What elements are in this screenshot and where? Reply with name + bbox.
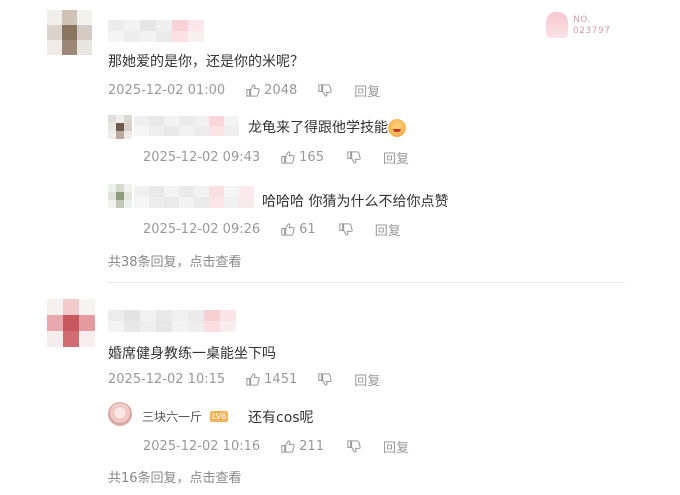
thumbs-up-icon[interactable] bbox=[280, 439, 295, 454]
anime-girl-icon bbox=[546, 12, 568, 38]
reply-username[interactable]: 三块六一斤 bbox=[142, 408, 202, 425]
reply-meta: 2025-12-02 10:16 211 回复 bbox=[143, 437, 409, 456]
reply-time: 2025-12-02 09:26 bbox=[143, 221, 261, 237]
view-replies-link[interactable]: 共38条回复，点击查看 bbox=[108, 251, 242, 270]
like-count: 61 bbox=[299, 221, 316, 237]
reply-text-content: 龙龟来了得跟他学技能 bbox=[248, 120, 388, 136]
divider bbox=[108, 282, 625, 283]
badge-no: NO. bbox=[573, 15, 591, 25]
like-count: 1451 bbox=[264, 371, 298, 387]
comment-text: 那她爱的是你，还是你的米呢？ bbox=[108, 54, 304, 70]
thumbs-down-icon[interactable] bbox=[346, 439, 361, 454]
avatar[interactable] bbox=[47, 299, 95, 347]
fan-card-badge: NO. 023797 bbox=[546, 12, 626, 38]
reply-button[interactable]: 回复 bbox=[354, 81, 380, 100]
like-count: 2048 bbox=[264, 82, 298, 98]
thumbs-up-icon[interactable] bbox=[245, 372, 260, 387]
reply-time: 2025-12-02 10:16 bbox=[143, 438, 261, 454]
reply-button[interactable]: 回复 bbox=[375, 220, 401, 239]
reply-button[interactable]: 回复 bbox=[383, 148, 409, 167]
thumbs-down-icon[interactable] bbox=[317, 372, 332, 387]
kiss-emoji-icon bbox=[388, 119, 406, 137]
comment-time: 2025-12-02 01:00 bbox=[108, 82, 226, 98]
reply-avatar[interactable] bbox=[108, 115, 132, 139]
comment-meta: 2025-12-02 01:00 2048 回复 bbox=[108, 81, 380, 100]
avatar[interactable] bbox=[47, 10, 92, 55]
thumbs-down-icon[interactable] bbox=[338, 222, 353, 237]
reply-username[interactable] bbox=[134, 116, 240, 136]
reply-username[interactable] bbox=[134, 186, 254, 208]
reply-text: 还有cos呢 bbox=[248, 410, 314, 426]
comment-time: 2025-12-02 10:15 bbox=[108, 371, 226, 387]
view-replies-link[interactable]: 共16条回复，点击查看 bbox=[108, 467, 242, 486]
reply-meta: 2025-12-02 09:43 165 回复 bbox=[143, 148, 409, 167]
thumbs-down-icon[interactable] bbox=[346, 150, 361, 165]
reply-button[interactable]: 回复 bbox=[383, 437, 409, 456]
thumbs-up-icon[interactable] bbox=[280, 222, 295, 237]
badge-number: 023797 bbox=[573, 26, 611, 36]
reply-avatar[interactable] bbox=[108, 184, 132, 208]
reply-text: 龙龟来了得跟他学技能 bbox=[248, 117, 406, 137]
username[interactable] bbox=[108, 20, 204, 42]
thumbs-up-icon[interactable] bbox=[280, 150, 295, 165]
reply-avatar[interactable] bbox=[108, 402, 132, 426]
reply-meta: 2025-12-02 09:26 61 回复 bbox=[143, 220, 401, 239]
reply-time: 2025-12-02 09:43 bbox=[143, 149, 261, 165]
thumbs-up-icon[interactable] bbox=[245, 83, 260, 98]
like-count: 211 bbox=[299, 438, 324, 454]
comment-text: 婚席健身教练一桌能坐下吗 bbox=[108, 346, 276, 362]
level-badge: LV6 bbox=[210, 411, 229, 422]
reply-user-line: 三块六一斤 LV6 bbox=[142, 408, 229, 425]
like-count: 165 bbox=[299, 149, 324, 165]
reply-text: 哈哈哈 你猜为什么不给你点赞 bbox=[262, 194, 449, 210]
thumbs-down-icon[interactable] bbox=[317, 83, 332, 98]
comment-meta: 2025-12-02 10:15 1451 回复 bbox=[108, 370, 380, 389]
reply-button[interactable]: 回复 bbox=[354, 370, 380, 389]
username[interactable] bbox=[108, 310, 236, 332]
